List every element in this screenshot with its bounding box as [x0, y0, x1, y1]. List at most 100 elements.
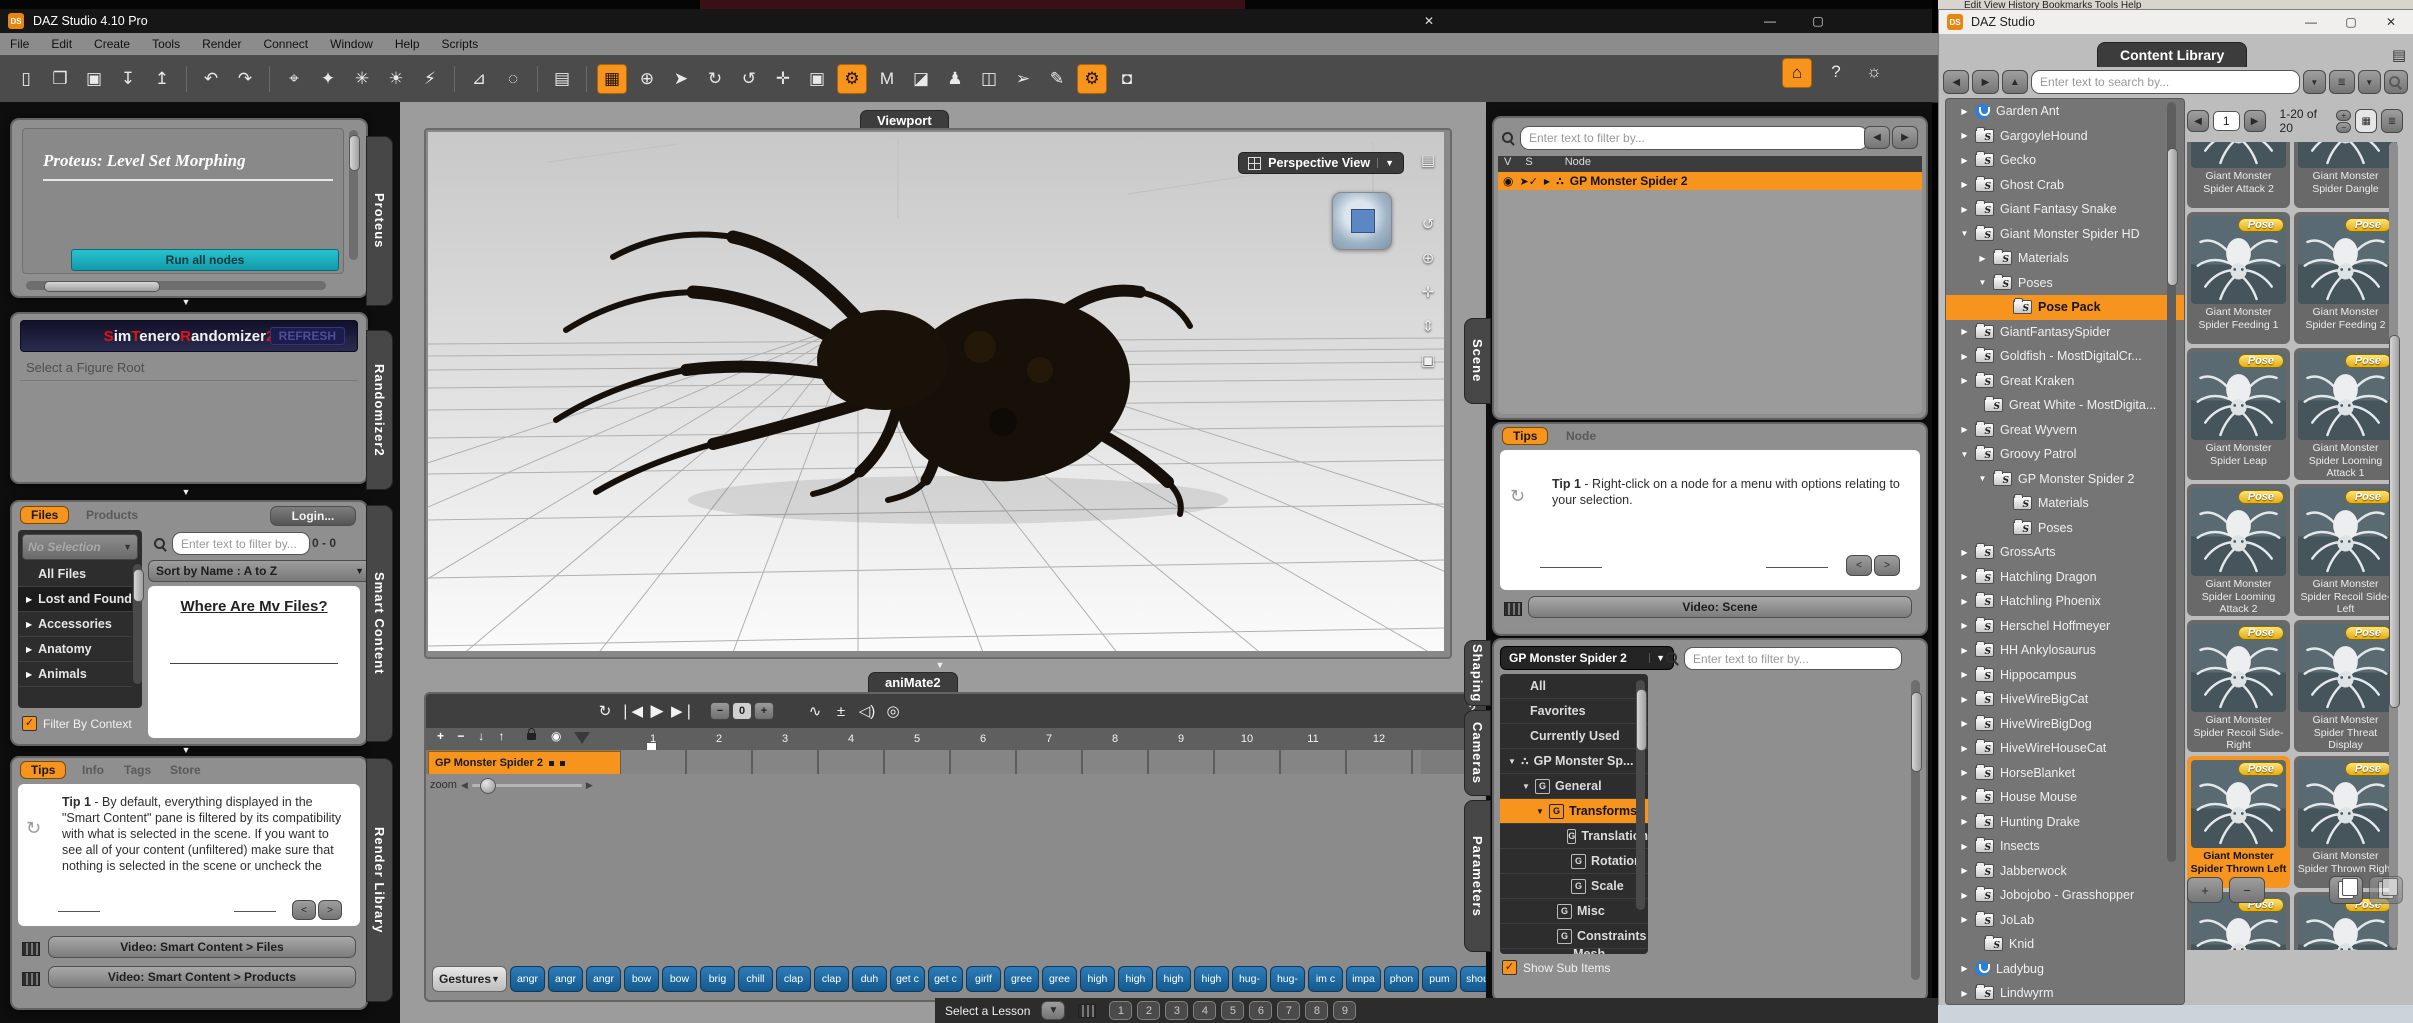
library-folder-item[interactable]: ▶Hunting Drake: [1946, 810, 2184, 835]
chevron-down-icon[interactable]: ▼: [1041, 1001, 1065, 1020]
grid-view-icon[interactable]: ▦: [2355, 109, 2377, 133]
library-folder-item[interactable]: Pose Pack: [1946, 295, 2184, 320]
gesture-button[interactable]: brig: [700, 966, 735, 992]
category-item[interactable]: ▶All Files: [18, 562, 132, 587]
tab-animate2[interactable]: aniMate2: [868, 672, 958, 692]
gesture-button[interactable]: gree: [1042, 966, 1077, 992]
checkbox-checked-icon[interactable]: ✓: [22, 716, 37, 731]
measure-tool-icon[interactable]: M: [873, 65, 901, 93]
login-button[interactable]: Login...: [270, 506, 356, 526]
frame-increment[interactable]: +: [754, 702, 774, 720]
lock-icon[interactable]: [527, 733, 536, 740]
pose-thumbnail[interactable]: Pose Giant Monster Spider Attack 2: [2187, 142, 2290, 208]
separator[interactable]: [537, 66, 538, 92]
chevron-down-icon[interactable]: ▼: [1377, 158, 1394, 168]
zoom-left-arrow[interactable]: ◀: [461, 780, 468, 791]
separator[interactable]: [586, 66, 587, 92]
parameter-group-item[interactable]: GRotation: [1500, 849, 1648, 874]
scene-filter-input[interactable]: [1520, 126, 1868, 150]
library-folder-item[interactable]: Materials: [1946, 491, 2184, 516]
open-file-icon[interactable]: ❐: [46, 65, 74, 93]
new-camera-icon[interactable]: ⌖: [280, 65, 308, 93]
gesture-button[interactable]: clap: [776, 966, 811, 992]
gesture-button[interactable]: get c: [928, 966, 963, 992]
library-folder-item[interactable]: ▶Ladybug: [1946, 957, 2184, 982]
zoom-right-arrow[interactable]: ▶: [586, 780, 593, 791]
tab-viewport[interactable]: Viewport: [860, 110, 949, 130]
library-folder-item[interactable]: ▶House Mouse: [1946, 785, 2184, 810]
filter-by-context-row[interactable]: ✓ Filter By Context: [22, 716, 132, 731]
expand-icon[interactable]: ▶: [1544, 177, 1550, 186]
library-search-input[interactable]: [2031, 70, 2300, 94]
gesture-button[interactable]: gree: [1004, 966, 1039, 992]
zoom-in-icon[interactable]: +: [2336, 110, 2351, 121]
gesture-button[interactable]: angr: [548, 966, 583, 992]
tab-files[interactable]: Files: [20, 506, 69, 524]
pose-thumbnail[interactable]: Pose Giant Monster Spider Feeding 2: [2294, 212, 2397, 344]
frame-view-icon[interactable]: ▣: [1416, 348, 1440, 372]
new-file-icon[interactable]: ▯: [12, 65, 40, 93]
active-tool-icon[interactable]: ⚙: [837, 64, 867, 94]
library-folder-item[interactable]: ▶Hatchling Phoenix: [1946, 589, 2184, 614]
library-folder-item[interactable]: Knid: [1946, 932, 2184, 957]
timeline-ruler[interactable]: + − ↓ ↑ ◉ 123456789101112: [426, 728, 1486, 751]
menu-item[interactable]: File: [10, 37, 29, 51]
sort-dropdown[interactable]: Sort by Name : A to Z▼: [148, 560, 372, 582]
menu-item[interactable]: Scripts: [442, 37, 479, 51]
tab-parameters[interactable]: Parameters: [1464, 800, 1491, 952]
add-track-icon[interactable]: +: [432, 729, 449, 743]
category-item[interactable]: ▶Animals: [18, 662, 132, 687]
pane-options-icon[interactable]: ▤: [1416, 148, 1440, 172]
timeline-track-row[interactable]: GP Monster Spider 2: [426, 750, 1486, 774]
library-folder-item[interactable]: ▶Goldfish - MostDigitalCr...: [1946, 344, 2184, 369]
lesson-dropdown[interactable]: Select a Lesson: [945, 1004, 1030, 1018]
category-item[interactable]: ▶Accessories: [18, 612, 132, 637]
tab-content-library[interactable]: Content Library: [2097, 42, 2247, 67]
node-selection-icon[interactable]: ➤: [667, 65, 695, 93]
library-folder-item[interactable]: Poses: [1946, 516, 2184, 541]
where-are-my-files-link[interactable]: Where Are Mv Files?: [148, 598, 360, 615]
pose-thumbnail[interactable]: Pose Giant Monster Spider Thrown Right: [2294, 756, 2397, 888]
gesture-button[interactable]: get c: [890, 966, 925, 992]
skip-end-icon[interactable]: ▶❘: [670, 702, 696, 720]
frame-decrement[interactable]: −: [710, 702, 730, 720]
new-linear-light-icon[interactable]: ⚡: [416, 65, 444, 93]
pose-thumbnail[interactable]: Pose Giant Monster Spider Looming Attack…: [2294, 348, 2397, 480]
close-button[interactable]: ✕: [1407, 10, 1451, 32]
camera-view-icon[interactable]: ◫: [975, 65, 1003, 93]
library-folder-item[interactable]: ▶HH Ankylosaurus: [1946, 638, 2184, 663]
pointer-settings-icon[interactable]: ➢: [1009, 65, 1037, 93]
library-folder-item[interactable]: ▼GP Monster Spider 2: [1946, 467, 2184, 492]
vertical-scrollbar[interactable]: [349, 130, 358, 260]
tab-cameras[interactable]: Cameras: [1464, 710, 1491, 796]
category-item[interactable]: ▶Anatomy: [18, 637, 132, 662]
library-folder-item[interactable]: ▶GiantFantasySpider: [1946, 320, 2184, 345]
remove-track-icon[interactable]: −: [452, 729, 469, 743]
tab-smart-content[interactable]: Smart Content: [366, 505, 393, 742]
gestures-dropdown[interactable]: Gestures▼: [432, 966, 507, 992]
render-camera-icon[interactable]: ◘: [1113, 65, 1141, 93]
playhead[interactable]: [574, 732, 590, 744]
view-cube[interactable]: [1332, 192, 1392, 250]
library-folder-item[interactable]: ▶JoLab: [1946, 908, 2184, 933]
library-folder-item[interactable]: ▶HiveWireHouseCat: [1946, 736, 2184, 761]
import-icon[interactable]: ↧: [114, 65, 142, 93]
redo-icon[interactable]: ↷: [231, 65, 259, 93]
library-folder-item[interactable]: ▶HiveWireBigCat: [1946, 687, 2184, 712]
pan-view-icon[interactable]: ✛: [1416, 280, 1440, 304]
gesture-button[interactable]: phon: [1384, 966, 1419, 992]
library-folder-item[interactable]: ▶GrossArts: [1946, 540, 2184, 565]
lesson-number-button[interactable]: 5: [1221, 1001, 1244, 1020]
undo-icon[interactable]: ↶: [197, 65, 225, 93]
gesture-button[interactable]: hug-: [1232, 966, 1267, 992]
frame-tool-icon[interactable]: ▣: [803, 65, 831, 93]
help-icon[interactable]: ?: [1822, 58, 1850, 86]
menu-item[interactable]: Window: [330, 37, 373, 51]
tree-scrollbar[interactable]: [2167, 102, 2176, 862]
home-icon[interactable]: ⌂: [1782, 58, 1812, 88]
library-folder-item[interactable]: ▶HiveWireBigDog: [1946, 712, 2184, 737]
menu-item[interactable]: Render: [202, 37, 241, 51]
library-folder-item[interactable]: Great White - MostDigita...: [1946, 393, 2184, 418]
minimize-button[interactable]: —: [1748, 10, 1792, 32]
zoom-slider[interactable]: [472, 784, 582, 787]
